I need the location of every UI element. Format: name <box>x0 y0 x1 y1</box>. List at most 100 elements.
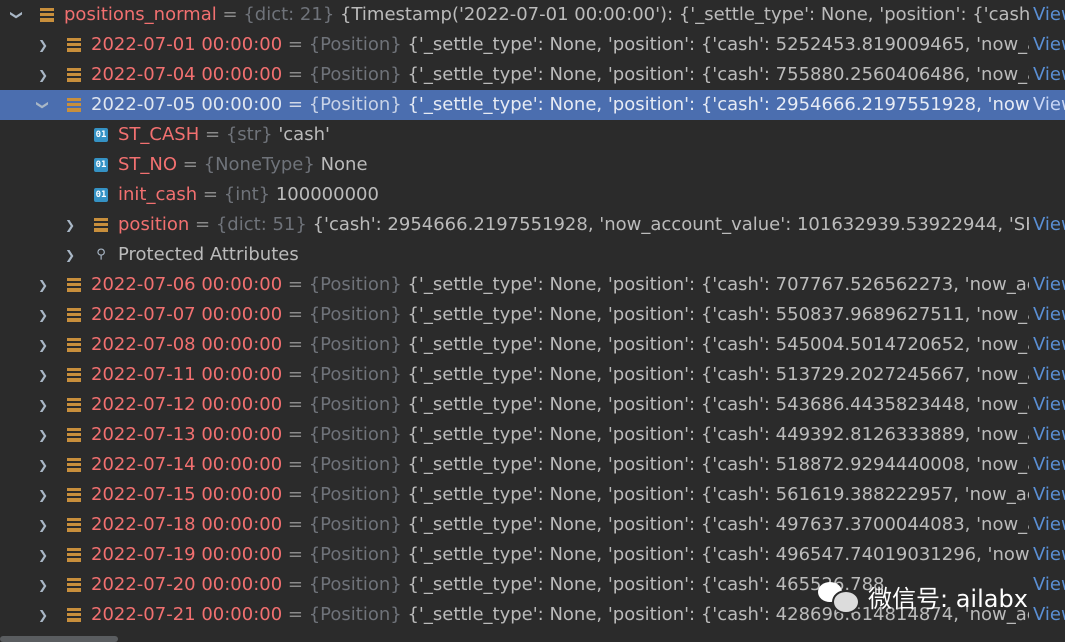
tree-row-entry[interactable]: 2022-07-08 00:00:00 = {Position} {'_sett… <box>0 330 1065 360</box>
view-link[interactable]: View <box>1029 0 1065 30</box>
tree-row-attribute[interactable]: 01 ST_CASH = {str} 'cash' <box>0 120 1065 150</box>
chevron-right-icon[interactable] <box>36 570 50 600</box>
object-icon <box>67 458 81 472</box>
tree-row-entry[interactable]: 2022-07-06 00:00:00 = {Position} {'_sett… <box>0 270 1065 300</box>
tree-row-entry-selected[interactable]: 2022-07-05 00:00:00 = {Position} {'_sett… <box>0 90 1065 120</box>
chevron-right-icon[interactable] <box>63 210 77 240</box>
entry-key: 2022-07-19 00:00:00 <box>91 544 283 565</box>
chevron-down-icon[interactable] <box>10 0 24 30</box>
horizontal-scrollbar[interactable] <box>0 636 118 642</box>
object-icon <box>67 68 81 82</box>
tree-row-entry[interactable]: 2022-07-14 00:00:00 = {Position} {'_sett… <box>0 450 1065 480</box>
entry-key: 2022-07-13 00:00:00 <box>91 424 283 445</box>
chevron-right-icon[interactable] <box>36 360 50 390</box>
tree-row-entry[interactable]: 2022-07-12 00:00:00 = {Position} {'_sett… <box>0 390 1065 420</box>
chevron-right-icon[interactable] <box>36 600 50 630</box>
entry-value: {'_settle_type': None, 'position': {'cas… <box>407 454 1029 475</box>
watermark-text: 微信号: ailabx <box>868 584 1028 613</box>
view-link[interactable]: View <box>1029 360 1065 390</box>
view-link[interactable]: View <box>1029 60 1065 90</box>
type-label: {Position} <box>308 334 402 355</box>
chevron-right-icon[interactable] <box>36 420 50 450</box>
view-link[interactable]: View <box>1029 330 1065 360</box>
chevron-right-icon[interactable] <box>36 270 50 300</box>
object-icon <box>67 578 81 592</box>
tree-row-entry[interactable]: 2022-07-04 00:00:00 = {Position} {'_sett… <box>0 60 1065 90</box>
view-link[interactable]: View <box>1029 30 1065 60</box>
tree-row-attribute[interactable]: 01 init_cash = {int} 100000000 <box>0 180 1065 210</box>
type-label: {Position} <box>308 424 402 445</box>
equals-sign: = <box>287 64 303 85</box>
equals-sign: = <box>287 604 303 625</box>
view-link[interactable]: View <box>1029 390 1065 420</box>
entry-key: 2022-07-21 00:00:00 <box>91 604 283 625</box>
key-icon: ⚲ <box>96 247 106 262</box>
entry-key: 2022-07-04 00:00:00 <box>91 64 283 85</box>
chevron-right-icon[interactable] <box>36 480 50 510</box>
tree-row-attribute[interactable]: 01 ST_NO = {NoneType} None <box>0 150 1065 180</box>
attribute-value: 100000000 <box>275 184 379 205</box>
chevron-right-icon[interactable] <box>36 330 50 360</box>
equals-sign: = <box>287 394 303 415</box>
view-link[interactable]: View <box>1029 510 1065 540</box>
chevron-right-icon[interactable] <box>63 240 77 270</box>
entry-value: {'_settle_type': None, 'position': {'cas… <box>407 364 1029 385</box>
view-link[interactable]: View <box>1029 540 1065 570</box>
chevron-right-icon[interactable] <box>36 510 50 540</box>
view-link[interactable]: View <box>1029 450 1065 480</box>
tree-row-entry[interactable]: 2022-07-11 00:00:00 = {Position} {'_sett… <box>0 360 1065 390</box>
tree-row-entry[interactable]: 2022-07-01 00:00:00 = {Position} {'_sett… <box>0 30 1065 60</box>
variable-name: positions_normal <box>64 4 217 25</box>
chevron-right-icon[interactable] <box>36 390 50 420</box>
type-label: {Position} <box>308 34 402 55</box>
variable-value: {Timestamp('2022-07-01 00:00:00'): {'_se… <box>340 4 1029 25</box>
tree-row-entry[interactable]: 2022-07-15 00:00:00 = {Position} {'_sett… <box>0 480 1065 510</box>
chevron-right-icon[interactable] <box>36 300 50 330</box>
type-label: {Position} <box>308 274 402 295</box>
type-label: {Position} <box>308 604 402 625</box>
equals-sign: = <box>287 544 303 565</box>
view-link[interactable]: View <box>1029 90 1065 120</box>
type-label: {Position} <box>308 94 402 115</box>
chevron-right-icon[interactable] <box>36 60 50 90</box>
group-label: Protected Attributes <box>118 244 299 265</box>
view-link[interactable]: View <box>1029 480 1065 510</box>
entry-value: {'_settle_type': None, 'position': {'cas… <box>407 274 1029 295</box>
tree-row-protected-attributes[interactable]: ⚲ Protected Attributes <box>0 240 1065 270</box>
view-link[interactable]: View <box>1029 270 1065 300</box>
object-icon <box>67 338 81 352</box>
tree-row-entry[interactable]: 2022-07-13 00:00:00 = {Position} {'_sett… <box>0 420 1065 450</box>
chevron-right-icon[interactable] <box>36 540 50 570</box>
entry-value: {'_settle_type': None, 'position': {'cas… <box>407 544 1029 565</box>
entry-key: 2022-07-05 00:00:00 <box>91 94 283 115</box>
view-link[interactable]: View <box>1029 210 1065 240</box>
equals-sign: = <box>287 274 303 295</box>
view-link[interactable]: View <box>1029 300 1065 330</box>
tree-row-entry[interactable]: 2022-07-19 00:00:00 = {Position} {'_sett… <box>0 540 1065 570</box>
tree-row-entry[interactable]: 2022-07-07 00:00:00 = {Position} {'_sett… <box>0 300 1065 330</box>
entry-key: 2022-07-08 00:00:00 <box>91 334 283 355</box>
tree-row-entry[interactable]: 2022-07-18 00:00:00 = {Position} {'_sett… <box>0 510 1065 540</box>
primitive-icon: 01 <box>94 128 108 142</box>
entry-key: 2022-07-12 00:00:00 <box>91 394 283 415</box>
primitive-icon: 01 <box>94 188 108 202</box>
entry-key: 2022-07-06 00:00:00 <box>91 274 283 295</box>
entry-value: {'_settle_type': None, 'position': {'cas… <box>407 34 1029 55</box>
equals-sign: = <box>182 154 198 175</box>
chevron-down-icon[interactable] <box>36 90 50 120</box>
dict-icon <box>40 8 54 22</box>
equals-sign: = <box>222 4 238 25</box>
tree-row-root[interactable]: positions_normal = {dict: 21} {Timestamp… <box>0 0 1065 30</box>
entry-key: 2022-07-20 00:00:00 <box>91 574 283 595</box>
view-link[interactable]: View <box>1029 420 1065 450</box>
entry-value: {'_settle_type': None, 'position': {'cas… <box>407 394 1029 415</box>
dict-icon <box>94 218 108 232</box>
object-icon <box>67 548 81 562</box>
attribute-value: None <box>320 154 368 175</box>
type-label: {dict: 51} <box>215 214 307 235</box>
variables-tree: positions_normal = {dict: 21} {Timestamp… <box>0 0 1065 642</box>
chevron-right-icon[interactable] <box>36 30 50 60</box>
chevron-right-icon[interactable] <box>36 450 50 480</box>
tree-row-attribute[interactable]: position = {dict: 51} {'cash': 2954666.2… <box>0 210 1065 240</box>
entry-value: {'_settle_type': None, 'position': {'cas… <box>407 484 1029 505</box>
